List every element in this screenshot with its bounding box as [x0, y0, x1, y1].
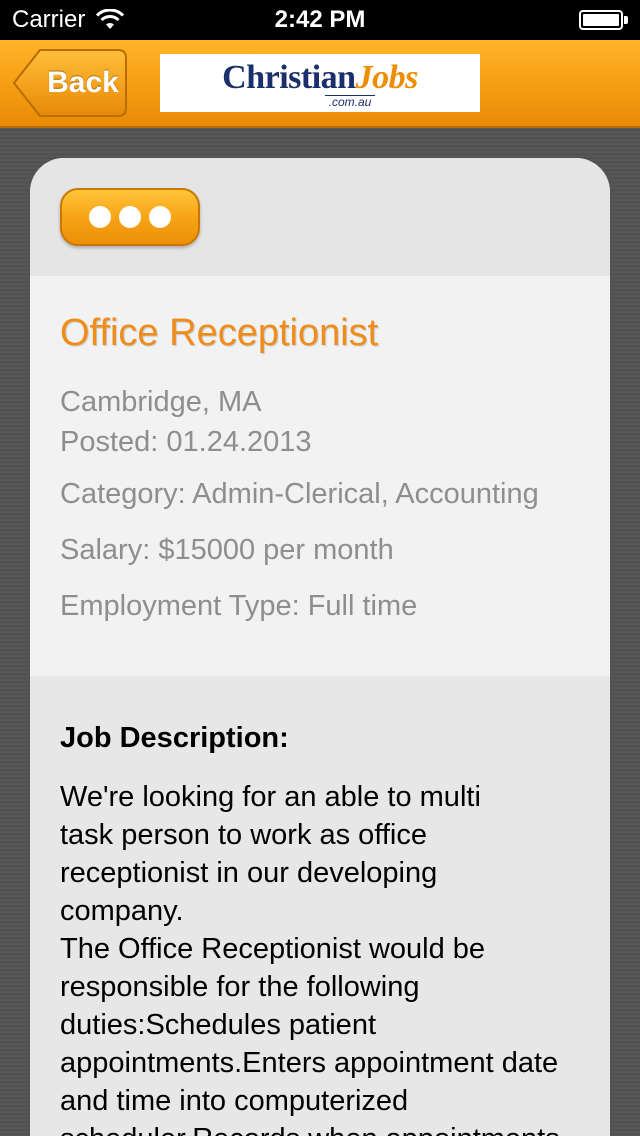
job-detail-card: Office Receptionist Cambridge, MA Posted…: [30, 158, 610, 1136]
back-button[interactable]: Back: [12, 48, 128, 118]
job-category: Category: Admin-Clerical, Accounting: [60, 478, 539, 510]
status-left: Carrier: [12, 6, 125, 34]
logo-domain: .com.au: [324, 94, 376, 108]
job-description-section: Job Description: We're looking for an ab…: [30, 676, 610, 1136]
job-location: Cambridge, MA: [60, 386, 262, 418]
battery-icon: [579, 10, 628, 30]
job-description-heading: Job Description:: [60, 722, 289, 754]
more-dot-icon: [149, 206, 171, 228]
job-info-section: Office Receptionist Cambridge, MA Posted…: [30, 276, 610, 676]
carrier-label: Carrier: [12, 6, 86, 33]
logo-wordmark: ChristianJobs: [222, 58, 418, 96]
more-dot-icon: [119, 206, 141, 228]
card-header: [30, 158, 610, 276]
more-options-button[interactable]: [60, 188, 200, 246]
job-description-text: We're looking for an able to multi task …: [60, 781, 560, 1136]
navigation-bar: Back ChristianJobs .com.au: [0, 40, 640, 128]
job-employment-type: Employment Type: Full time: [60, 590, 418, 622]
christianjobs-logo: ChristianJobs .com.au: [160, 54, 480, 112]
back-button-label: Back: [47, 66, 119, 99]
job-posted-date: Posted: 01.24.2013: [60, 426, 312, 458]
job-title: Office Receptionist: [60, 312, 379, 354]
status-bar: Carrier 2:42 PM: [0, 0, 640, 40]
wifi-icon: [96, 9, 125, 29]
job-salary: Salary: $15000 per month: [60, 534, 394, 566]
more-dot-icon: [89, 206, 111, 228]
